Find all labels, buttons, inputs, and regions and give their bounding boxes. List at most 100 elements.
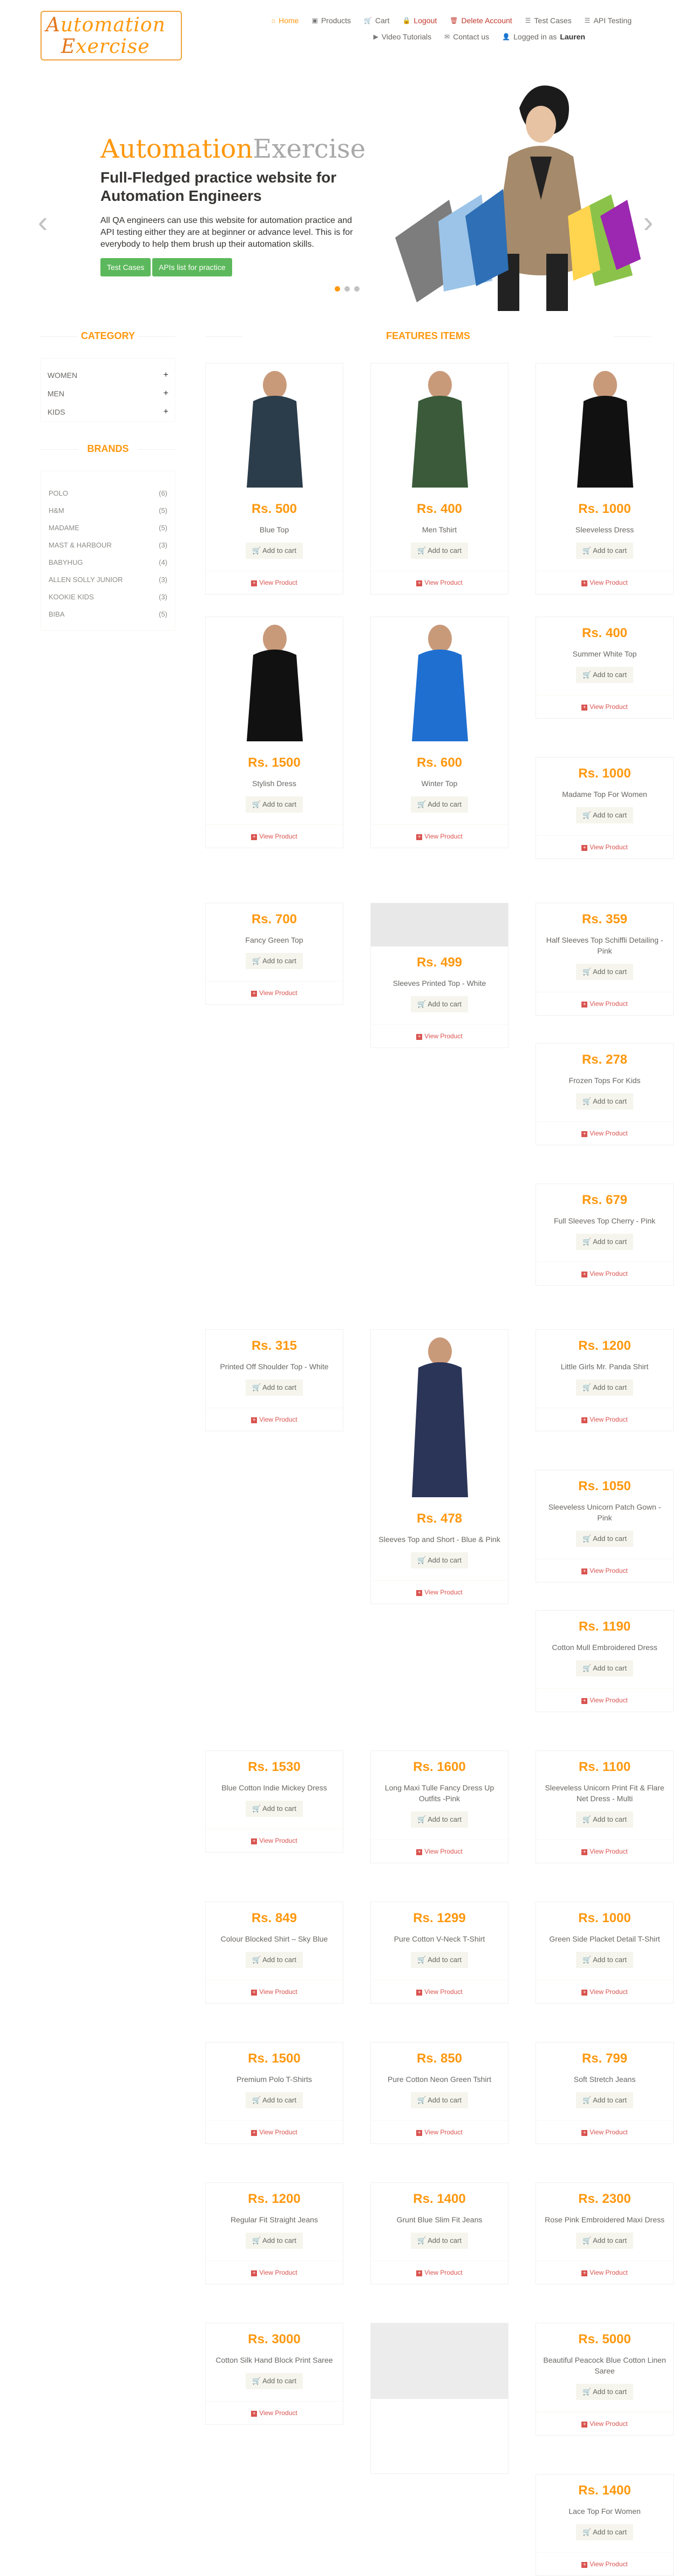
contact-us-link[interactable]: ✉ Contact us xyxy=(444,32,489,41)
carousel-dot[interactable] xyxy=(344,286,350,292)
view-product-link[interactable]: + View Product xyxy=(536,992,673,1015)
add-to-cart-button[interactable]: 🛒 Add to cart xyxy=(576,1811,633,1828)
product-image[interactable] xyxy=(371,363,508,493)
brand-item[interactable]: Mast & Harbour (3) xyxy=(49,536,167,553)
add-to-cart-button[interactable]: 🛒 Add to cart xyxy=(576,667,633,683)
brand-item[interactable]: Biba (5) xyxy=(49,605,167,623)
brand-item[interactable]: Kookie Kids (3) xyxy=(49,588,167,605)
plus-icon[interactable]: + xyxy=(164,407,168,417)
view-product-link[interactable]: + View Product xyxy=(536,2552,673,2575)
category-item-kids[interactable]: Kids + xyxy=(48,403,168,421)
view-product-link[interactable]: + View Product xyxy=(206,571,343,594)
view-product-link[interactable]: + View Product xyxy=(536,2261,673,2284)
view-product-link[interactable]: + View Product xyxy=(206,2120,343,2144)
nav-test-cases[interactable]: ☰ Test Cases xyxy=(525,16,572,25)
nav-delete-account[interactable]: 🗑 Delete Account xyxy=(450,16,512,25)
product-image[interactable] xyxy=(206,617,343,747)
view-product-link[interactable]: + View Product xyxy=(371,1840,508,1863)
view-product-link[interactable]: + View Product xyxy=(206,981,343,1004)
product-image[interactable] xyxy=(371,1330,508,1503)
nav-logout[interactable]: 🔒 Logout xyxy=(402,16,437,25)
view-product-link[interactable]: + View Product xyxy=(371,1024,508,1047)
view-product-link[interactable]: + View Product xyxy=(206,1980,343,2003)
add-to-cart-button[interactable]: 🛒 Add to cart xyxy=(576,1234,633,1250)
view-product-link[interactable]: + View Product xyxy=(371,1980,508,2003)
add-to-cart-button[interactable]: 🛒 Add to cart xyxy=(576,1952,633,1968)
add-to-cart-button[interactable]: 🛒 Add to cart xyxy=(576,543,633,559)
add-to-cart-button[interactable]: 🛒 Add to cart xyxy=(246,2373,303,2389)
add-to-cart-button[interactable]: 🛒 Add to cart xyxy=(246,796,303,813)
test-cases-button[interactable]: Test Cases xyxy=(100,258,151,276)
brand-item[interactable]: Polo (6) xyxy=(49,484,167,502)
add-to-cart-button[interactable]: 🛒 Add to cart xyxy=(576,807,633,823)
view-product-link[interactable]: + View Product xyxy=(206,824,343,848)
view-product-link[interactable]: + View Product xyxy=(206,1408,343,1431)
brand-item[interactable]: Babyhug (4) xyxy=(49,553,167,571)
view-product-link[interactable]: + View Product xyxy=(536,1840,673,1863)
view-product-link[interactable]: + View Product xyxy=(371,571,508,594)
nav-products[interactable]: ▣ Products xyxy=(311,16,351,25)
carousel-next-icon[interactable]: › xyxy=(643,204,653,239)
plus-icon[interactable]: + xyxy=(164,370,168,380)
view-product-link[interactable]: + View Product xyxy=(536,835,673,858)
add-to-cart-button[interactable]: 🛒 Add to cart xyxy=(576,1660,633,1676)
add-to-cart-button[interactable]: 🛒 Add to cart xyxy=(576,1531,633,1547)
add-to-cart-button[interactable]: 🛒 Add to cart xyxy=(411,2233,468,2249)
add-to-cart-button[interactable]: 🛒 Add to cart xyxy=(246,543,303,559)
add-to-cart-button[interactable]: 🛒 Add to cart xyxy=(411,1952,468,1968)
add-to-cart-button[interactable]: 🛒 Add to cart xyxy=(576,2524,633,2540)
view-product-link[interactable]: + View Product xyxy=(371,2120,508,2144)
site-logo[interactable]: Automation Exercise xyxy=(40,11,182,60)
view-product-link[interactable]: + View Product xyxy=(536,695,673,718)
view-product-link[interactable]: + View Product xyxy=(206,1829,343,1852)
add-to-cart-button[interactable]: 🛒 Add to cart xyxy=(411,1552,468,1568)
plus-icon[interactable]: + xyxy=(164,389,168,398)
view-product-link[interactable]: + View Product xyxy=(536,571,673,594)
category-item-women[interactable]: Women + xyxy=(48,366,168,384)
nav-home[interactable]: ⌂ Home xyxy=(272,16,299,25)
add-to-cart-button[interactable]: 🛒 Add to cart xyxy=(411,1811,468,1828)
view-product-link[interactable]: + View Product xyxy=(536,1688,673,1712)
view-product-link[interactable]: + View Product xyxy=(536,2412,673,2435)
add-to-cart-button[interactable]: 🛒 Add to cart xyxy=(246,1952,303,1968)
add-to-cart-button[interactable]: 🛒 Add to cart xyxy=(576,2092,633,2108)
brand-item[interactable]: H&M (5) xyxy=(49,502,167,519)
view-product-link[interactable]: + View Product xyxy=(371,824,508,848)
product-image[interactable] xyxy=(371,617,508,747)
view-product-link[interactable]: + View Product xyxy=(371,2261,508,2284)
view-product-link[interactable]: + View Product xyxy=(536,1262,673,1285)
add-to-cart-button[interactable]: 🛒 Add to cart xyxy=(246,2092,303,2108)
brand-item[interactable]: Allen Solly Junior (3) xyxy=(49,571,167,588)
add-to-cart-button[interactable]: 🛒 Add to cart xyxy=(246,953,303,969)
product-image[interactable] xyxy=(371,903,508,946)
add-to-cart-button[interactable]: 🛒 Add to cart xyxy=(411,996,468,1012)
add-to-cart-button[interactable]: 🛒 Add to cart xyxy=(246,2233,303,2249)
nav-api-testing[interactable]: ☰ API Testing xyxy=(585,16,632,25)
view-product-link[interactable]: + View Product xyxy=(206,2401,343,2424)
add-to-cart-button[interactable]: 🛒 Add to cart xyxy=(576,2384,633,2400)
product-image[interactable] xyxy=(371,2323,508,2399)
add-to-cart-button[interactable]: 🛒 Add to cart xyxy=(246,1380,303,1396)
view-product-link[interactable]: + View Product xyxy=(536,2120,673,2144)
carousel-dot[interactable] xyxy=(354,286,360,292)
add-to-cart-button[interactable]: 🛒 Add to cart xyxy=(411,796,468,813)
brand-item[interactable]: Madame (5) xyxy=(49,519,167,536)
add-to-cart-button[interactable]: 🛒 Add to cart xyxy=(576,1380,633,1396)
view-product-link[interactable]: + View Product xyxy=(536,1980,673,2003)
product-image[interactable] xyxy=(206,363,343,493)
view-product-link[interactable]: + View Product xyxy=(536,1121,673,1145)
carousel-prev-icon[interactable]: ‹ xyxy=(38,204,48,239)
add-to-cart-button[interactable]: 🛒 Add to cart xyxy=(411,543,468,559)
view-product-link[interactable]: + View Product xyxy=(536,1408,673,1431)
add-to-cart-button[interactable]: 🛒 Add to cart xyxy=(576,964,633,980)
view-product-link[interactable]: + View Product xyxy=(371,1580,508,1604)
add-to-cart-button[interactable]: 🛒 Add to cart xyxy=(411,2092,468,2108)
view-product-link[interactable]: + View Product xyxy=(206,2261,343,2284)
carousel-dot[interactable] xyxy=(335,286,340,292)
add-to-cart-button[interactable]: 🛒 Add to cart xyxy=(246,1801,303,1817)
apis-list-button[interactable]: APIs list for practice xyxy=(152,258,232,276)
video-tutorials-link[interactable]: ▶ Video Tutorials xyxy=(374,32,432,41)
add-to-cart-button[interactable]: 🛒 Add to cart xyxy=(576,2233,633,2249)
nav-cart[interactable]: 🛒 Cart xyxy=(364,16,389,25)
add-to-cart-button[interactable]: 🛒 Add to cart xyxy=(576,1093,633,1110)
